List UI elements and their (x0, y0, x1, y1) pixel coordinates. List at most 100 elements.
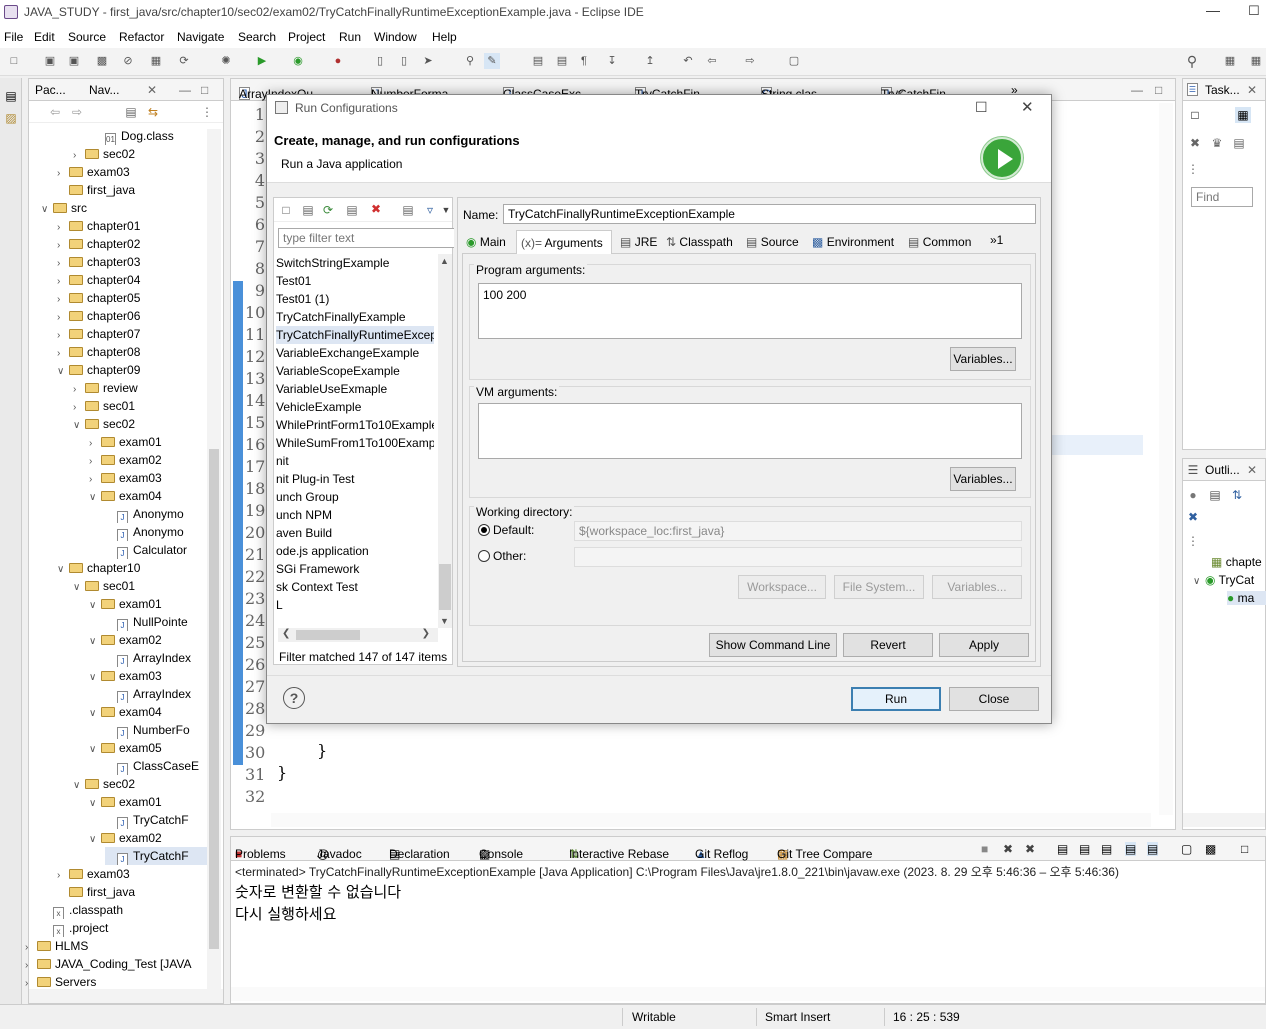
outline-package[interactable]: ▦ chapte (1211, 555, 1262, 569)
chevron-right-icon[interactable]: › (89, 471, 101, 487)
tree-item[interactable]: ∨ exam05 (89, 739, 209, 757)
menu-help[interactable]: Help (432, 30, 457, 44)
chevron-right-icon[interactable]: › (57, 273, 69, 289)
configuration-list-item[interactable]: TryCatchFinallyRuntimeException (276, 326, 434, 344)
scroll-up-icon[interactable]: ▲ (440, 256, 449, 266)
skip-breakpoints-icon[interactable]: ⊘ (120, 53, 136, 69)
configuration-list-item[interactable]: WhileSumFrom1To100Example (276, 434, 434, 452)
list-horizontal-scrollbar[interactable]: ❮ ❯ (278, 628, 438, 642)
explorer-scroll-thumb[interactable] (209, 449, 219, 949)
tree-item[interactable]: › chapter02 (57, 235, 209, 253)
configuration-list-item[interactable]: aven Build (276, 524, 434, 542)
program-variables-button[interactable]: Variables... (950, 347, 1016, 371)
collapse-icon[interactable]: ✖ (1187, 135, 1203, 151)
configuration-list-item[interactable]: VariableScopeExample (276, 362, 434, 380)
pin-console-icon[interactable]: ▢ (1181, 842, 1192, 856)
chevron-down-icon[interactable]: ∨ (89, 705, 101, 721)
chevron-down-icon[interactable]: ∨ (57, 363, 69, 379)
word-wrap-console-icon[interactable]: ▤ (1101, 842, 1112, 856)
apply-button[interactable]: Apply (939, 633, 1029, 657)
tab-task-list[interactable]: Task... (1205, 83, 1240, 97)
list-h-scroll-thumb[interactable] (296, 630, 360, 640)
show-command-line-button[interactable]: Show Command Line (709, 633, 837, 657)
tree-item[interactable]: ∨ src (41, 199, 209, 217)
link-with-editor-icon[interactable]: ⇆ (145, 104, 161, 120)
tree-item[interactable]: ∨ sec01 (73, 577, 209, 595)
tree-item[interactable]: › chapter08 (57, 343, 209, 361)
chevron-down-icon[interactable]: ∨ (89, 597, 101, 613)
tab-navigator[interactable]: Nav... (89, 83, 119, 97)
show-on-output-icon[interactable]: ▤ (1125, 842, 1137, 856)
configuration-list-item[interactable]: VariableUseExmaple (276, 380, 434, 398)
java-perspective-icon[interactable]: ▦ (1248, 53, 1264, 69)
view-menu-icon[interactable]: ⋮ (1185, 161, 1201, 177)
filter-icon[interactable]: ▿ (422, 202, 438, 218)
configuration-list-item[interactable]: TryCatchFinallyExample (276, 308, 434, 326)
tree-item[interactable]: J TryCatchF (105, 847, 209, 865)
chevron-right-icon[interactable]: › (57, 237, 69, 253)
scroll-left-icon[interactable]: ❮ (282, 628, 290, 639)
next-annotation-icon[interactable]: ⚲ (462, 53, 478, 69)
last-edit-icon[interactable]: ↶ (680, 53, 696, 69)
tree-item[interactable]: › exam03 (57, 163, 209, 181)
tree-item[interactable]: ∨ exam03 (89, 667, 209, 685)
minimize-view-icon[interactable]: — (179, 83, 191, 97)
open-type-icon[interactable]: ▯ (396, 53, 412, 69)
vm-arguments-input[interactable] (478, 403, 1022, 459)
save-all-icon[interactable]: ▣ (66, 53, 82, 69)
editor-horizontal-scrollbar[interactable] (271, 813, 1151, 827)
configuration-list-item[interactable]: nit Plug-in Test (276, 470, 434, 488)
menu-window[interactable]: Window (374, 30, 417, 44)
open-task-icon[interactable]: ➤ (420, 53, 436, 69)
configuration-list-item[interactable]: Test01 (276, 272, 434, 290)
sort-icon[interactable]: ⇅ (1229, 487, 1245, 503)
delete-config-icon[interactable]: ✖ (368, 201, 384, 217)
block-selection-icon[interactable]: ▤ (530, 53, 546, 69)
chevron-right-icon[interactable]: › (57, 345, 69, 361)
maximize-view-icon[interactable]: □ (1155, 83, 1162, 97)
new-task-icon[interactable]: □ (1187, 107, 1203, 123)
chevron-right-icon[interactable]: › (89, 453, 101, 469)
external-tools-icon[interactable]: ● (330, 53, 346, 69)
show-whitespace-icon[interactable]: ¶ (576, 53, 592, 69)
tab-package-explorer[interactable]: Pac... (35, 83, 66, 97)
remove-all-launches-icon[interactable]: ✖ (1025, 842, 1035, 856)
debug-icon[interactable]: ✺ (218, 53, 234, 69)
tab-classpath[interactable]: ⇅ Classpath (666, 235, 733, 249)
tree-item[interactable]: 01 Dog.class (93, 127, 209, 145)
tree-item[interactable]: J ArrayIndex (105, 685, 209, 703)
list-scroll-thumb[interactable] (439, 564, 451, 610)
remove-launch-icon[interactable]: ✖ (1003, 842, 1013, 856)
tab-environment[interactable]: ▩ Environment (812, 235, 894, 249)
chevron-down-icon[interactable]: ∨ (89, 633, 101, 649)
tree-item[interactable]: › HLMS (25, 937, 209, 955)
configuration-list-item[interactable]: L (276, 596, 434, 614)
tree-item[interactable]: › chapter06 (57, 307, 209, 325)
configuration-list-item[interactable]: Test01 (1) (276, 290, 434, 308)
collapse-all-icon[interactable]: ▤ (400, 202, 416, 218)
tree-item[interactable]: › exam03 (57, 865, 209, 883)
back-icon[interactable]: ⇦ (704, 53, 720, 69)
maximize-icon[interactable]: ☐ (1248, 3, 1260, 19)
collapse-all-icon[interactable]: ▤ (123, 104, 139, 120)
vm-variables-button[interactable]: Variables... (950, 467, 1016, 491)
next-edit-icon[interactable]: ↧ (604, 53, 620, 69)
git-repositories-icon[interactable]: ▨ (3, 110, 19, 126)
mark-occurrences-icon[interactable]: ✎ (484, 53, 500, 69)
code-line-30[interactable]: } (317, 741, 327, 760)
pin-editor-icon[interactable]: ▢ (786, 53, 802, 69)
configuration-list-item[interactable]: VariableExchangeExample (276, 344, 434, 362)
chevron-right-icon[interactable]: › (57, 291, 69, 307)
tree-item[interactable]: J Anonymo (105, 505, 209, 523)
new-java-project-icon[interactable]: ▯ (372, 53, 388, 69)
chevron-right-icon[interactable]: › (57, 219, 69, 235)
menu-navigate[interactable]: Navigate (177, 30, 224, 44)
chevron-right-icon[interactable]: › (73, 381, 85, 397)
chevron-down-icon[interactable]: ∨ (89, 831, 101, 847)
filter-input[interactable]: type filter text (278, 228, 454, 248)
configuration-list-item[interactable]: ode.js application (276, 542, 434, 560)
chevron-down-icon[interactable]: ∨ (73, 777, 85, 793)
tree-item[interactable]: › exam02 (89, 451, 209, 469)
tab-main[interactable]: ◉ Main (466, 235, 506, 249)
tree-item[interactable]: J NumberFo (105, 721, 209, 739)
